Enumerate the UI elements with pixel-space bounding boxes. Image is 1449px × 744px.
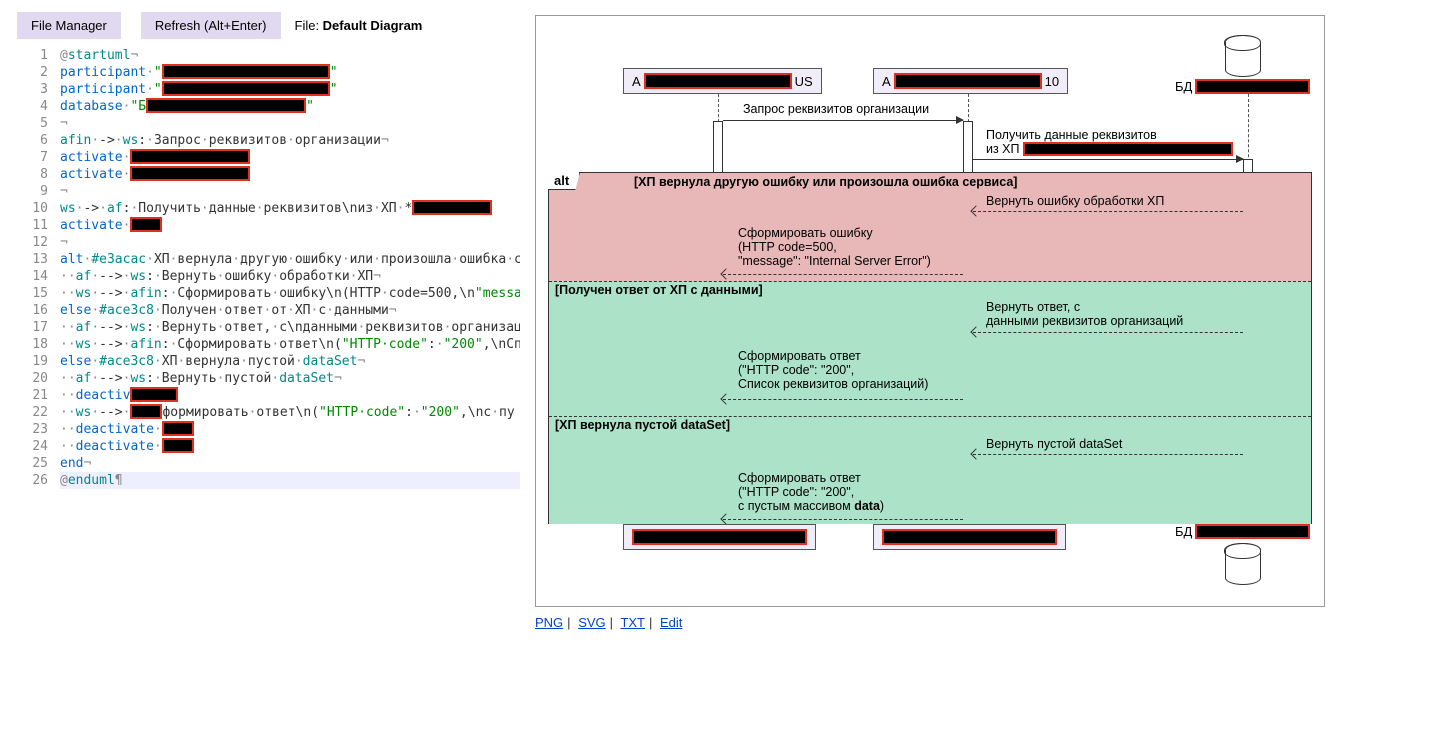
msg-form-response: Сформировать ответ("HTTP code": "200",Сп…	[738, 349, 928, 391]
arrow-dashed	[723, 274, 963, 275]
redacted-text	[1023, 142, 1233, 156]
export-edit-link[interactable]: Edit	[660, 615, 682, 630]
msg-form-error: Сформировать ошибку(HTTP code=500,"messa…	[738, 226, 931, 268]
code-line[interactable]: ¬	[60, 183, 520, 200]
participant-2: A10	[873, 68, 1068, 94]
code-line[interactable]: ¬	[60, 115, 520, 132]
arrow-dashed	[973, 211, 1243, 212]
alt-condition-1: [ХП вернула другую ошибку или произошла …	[634, 175, 1017, 189]
code-line[interactable]: afin·->·ws:·Запрос·реквизитов·организаци…	[60, 132, 520, 149]
code-line[interactable]: participant·""	[60, 81, 520, 98]
export-svg-link[interactable]: SVG	[578, 615, 605, 630]
export-png-link[interactable]: PNG	[535, 615, 563, 630]
refresh-button[interactable]: Refresh (Alt+Enter)	[141, 12, 281, 39]
toolbar: File Manager Refresh (Alt+Enter) File: D…	[5, 10, 520, 47]
arrow	[723, 120, 963, 121]
alt-condition-3: [ХП вернула пустой dataSet]	[555, 418, 730, 432]
msg-return-error: Вернуть ошибку обработки ХП	[986, 194, 1164, 208]
code-line[interactable]: else·#ace3c8·ХП·вернула·пустой·dataSet¬	[60, 353, 520, 370]
editor-panel: File Manager Refresh (Alt+Enter) File: D…	[0, 0, 525, 744]
code-line[interactable]: ws·->·af:·Получить·данные·реквизитов\nиз…	[60, 200, 520, 217]
redacted-text	[632, 529, 807, 545]
msg-return-empty: Вернуть пустой dataSet	[986, 437, 1122, 451]
participant-1-bottom	[623, 524, 816, 550]
arrow-dashed	[723, 519, 963, 520]
file-label: File: Default Diagram	[295, 18, 423, 33]
code-line[interactable]: end¬	[60, 455, 520, 472]
msg-return-data: Вернуть ответ, сданными реквизитов орган…	[986, 300, 1183, 328]
arrow-dashed	[723, 399, 963, 400]
code-line[interactable]: ··af·-->·ws:·Вернуть·ответ,·с\nданными·р…	[60, 319, 520, 336]
participant-1: AUS	[623, 68, 822, 94]
code-line[interactable]: @startuml¬	[60, 47, 520, 64]
line-gutter: 1234567891011121314151617181920212223242…	[5, 47, 60, 734]
database-icon	[1225, 35, 1261, 77]
arrow-dashed	[973, 454, 1243, 455]
code-line[interactable]: ··ws·-->·afin:·Сформировать·ошибку\n(HTT…	[60, 285, 520, 302]
code-line[interactable]: ¬	[60, 234, 520, 251]
alt-frame: alt [ХП вернула другую ошибку или произо…	[548, 172, 1312, 524]
code-line[interactable]: ··ws·-->·формировать·ответ\n("HTTP·code"…	[60, 404, 520, 421]
participant-db: БД	[1175, 35, 1310, 94]
redacted-text	[894, 73, 1042, 89]
code-line[interactable]: ··af·-->·ws:·Вернуть·пустой·dataSet¬	[60, 370, 520, 387]
arrow	[973, 159, 1243, 160]
redacted-text	[882, 529, 1057, 545]
code-line[interactable]: activate·	[60, 149, 520, 166]
code-line[interactable]: activate·	[60, 217, 520, 234]
code-editor[interactable]: 1234567891011121314151617181920212223242…	[5, 47, 520, 734]
export-links: PNG| SVG| TXT| Edit	[535, 615, 1439, 630]
code-line[interactable]: ··deactiv	[60, 387, 520, 404]
code-line[interactable]: ··deactivate·	[60, 421, 520, 438]
code-line[interactable]: ··ws·-->·afin:·Сформировать·ответ\n("HTT…	[60, 336, 520, 353]
preview-panel: AUS A10 БД Запрос реквизитов организации	[525, 0, 1449, 744]
msg-get-data: Получить данные реквизитов из ХП	[986, 128, 1233, 156]
code-line[interactable]: ··deactivate·	[60, 438, 520, 455]
code-line[interactable]: @enduml¶	[60, 472, 520, 489]
code-line[interactable]: ··af·-->·ws:·Вернуть·ошибку·обработки·ХП…	[60, 268, 520, 285]
alt-divider	[549, 416, 1311, 417]
participants-bottom: БД	[548, 524, 1312, 596]
msg-form-empty-response: Сформировать ответ("HTTP code": "200", с…	[738, 471, 884, 513]
arrow-dashed	[973, 332, 1243, 333]
database-icon	[1225, 543, 1261, 585]
alt-section-empty	[549, 416, 1311, 524]
alt-condition-2: [Получен ответ от ХП с данными]	[555, 283, 763, 297]
code-line[interactable]: participant·""	[60, 64, 520, 81]
redacted-text	[1195, 79, 1310, 94]
code-area[interactable]: @startuml¬participant·""participant·""da…	[60, 47, 520, 734]
msg-request: Запрос реквизитов организации	[743, 102, 929, 116]
code-line[interactable]: database·"Б"	[60, 98, 520, 115]
redacted-text	[644, 73, 792, 89]
code-line[interactable]: alt·#e3acac·ХП·вернула·другую·ошибку·или…	[60, 251, 520, 268]
participant-2-bottom	[873, 524, 1066, 550]
sequence-diagram: AUS A10 БД Запрос реквизитов организации	[535, 15, 1325, 607]
redacted-text	[1195, 524, 1310, 539]
alt-section-data	[549, 281, 1311, 416]
code-line[interactable]: activate·	[60, 166, 520, 183]
alt-divider	[549, 281, 1311, 282]
code-line[interactable]: else·#ace3c8·Получен·ответ·от·ХП·с·данны…	[60, 302, 520, 319]
alt-tab: alt	[548, 172, 580, 190]
participants-top: AUS A10 БД	[548, 34, 1312, 94]
sequence-body: Запрос реквизитов организации Получить д…	[548, 94, 1312, 524]
file-manager-button[interactable]: File Manager	[17, 12, 121, 39]
export-txt-link[interactable]: TXT	[620, 615, 645, 630]
participant-db-bottom: БД	[1175, 524, 1310, 587]
